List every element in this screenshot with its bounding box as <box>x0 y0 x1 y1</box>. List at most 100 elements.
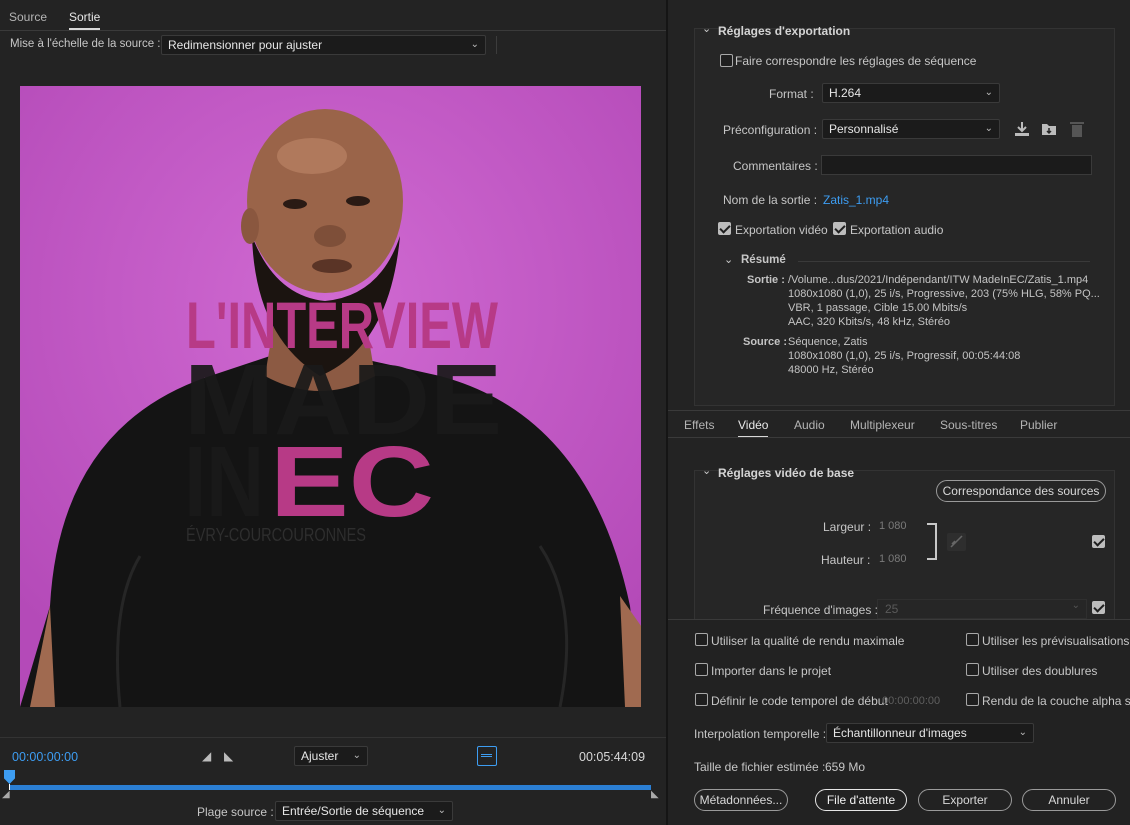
logo-line3-in: IN <box>184 426 264 538</box>
width-value[interactable]: 1 080 <box>879 520 907 532</box>
output-preview-panel: Source Sortie Mise à l'échelle de la sou… <box>0 0 666 825</box>
timecode-duration: 00:05:44:09 <box>579 750 646 764</box>
divider <box>668 410 1130 411</box>
tab-audio[interactable]: Audio <box>794 418 825 432</box>
divider <box>496 36 497 54</box>
panel-splitter[interactable] <box>666 0 668 825</box>
fps-value: 25 <box>885 602 899 616</box>
tab-multiplexer[interactable]: Multiplexeur <box>850 418 915 432</box>
range-dropdown[interactable]: Entrée/Sortie de séquence ⌄ <box>275 801 453 821</box>
mark-out-icon[interactable]: ◣ <box>224 749 233 763</box>
interp-dropdown[interactable]: Échantillonneur d'images ⌄ <box>826 723 1034 743</box>
chevron-down-icon: ⌄ <box>470 39 479 50</box>
preset-label: Préconfiguration : <box>723 123 818 137</box>
alpha-label: Rendu de la couche alpha seule <box>982 694 1130 708</box>
max-quality-label: Utiliser la qualité de rendu maximale <box>711 634 905 648</box>
summary-source-line: Séquence, Zatis <box>788 336 868 348</box>
fit-dropdown[interactable]: Ajuster ⌄ <box>294 746 368 766</box>
export-section-title: Réglages d'exportation <box>718 24 851 38</box>
export-settings-panel: ⌄ Réglages d'exportation Faire correspon… <box>668 0 1130 825</box>
tab-output[interactable]: Sortie <box>69 10 101 30</box>
out-point-icon[interactable]: ◣ <box>651 789 659 800</box>
start-timecode-value[interactable]: 00:00:00:00 <box>882 695 940 707</box>
import-project-label: Importer dans le projet <box>711 664 832 678</box>
scale-value: Redimensionner pour ajuster <box>168 38 323 52</box>
scale-dropdown[interactable]: Redimensionner pour ajuster ⌄ <box>161 35 486 55</box>
video-section-title: Réglages vidéo de base <box>718 466 855 480</box>
export-video-label: Exportation vidéo <box>735 223 828 237</box>
export-button[interactable]: Exporter <box>918 789 1012 811</box>
chevron-down-icon[interactable]: ⌄ <box>724 253 733 266</box>
fps-checkbox[interactable] <box>1092 601 1105 614</box>
summary-output-line: /Volume...dus/2021/Indépendant/ITW MadeI… <box>788 274 1089 286</box>
timeline-track[interactable] <box>9 785 651 790</box>
fps-dropdown[interactable]: 25 ⌄ <box>877 599 1087 619</box>
chevron-down-icon: ⌄ <box>437 805 446 816</box>
chevron-down-icon: ⌄ <box>1071 600 1080 611</box>
summary-output-line: 1080x1080 (1,0), 25 i/s, Progressive, 20… <box>788 288 1100 300</box>
save-preset-icon[interactable] <box>1013 120 1031 138</box>
link-bracket <box>927 523 937 560</box>
preview-image: L'INTERVIEW MADE IN EC ÉVRY-COURCOURONNE… <box>20 86 641 707</box>
summary-source-key: Source : <box>743 336 788 348</box>
playhead-handle[interactable] <box>4 770 15 784</box>
timecode-current[interactable]: 00:00:00:00 <box>12 750 78 764</box>
format-dropdown[interactable]: H.264 ⌄ <box>822 83 1000 103</box>
size-checkbox[interactable] <box>1092 535 1105 548</box>
output-name-link[interactable]: Zatis_1.mp4 <box>823 193 889 207</box>
import-project-checkbox[interactable] <box>695 663 708 676</box>
preset-dropdown[interactable]: Personnalisé ⌄ <box>822 119 1000 139</box>
comments-input[interactable] <box>821 155 1092 175</box>
export-audio-checkbox[interactable] <box>833 222 846 235</box>
interp-value: Échantillonneur d'images <box>833 726 967 740</box>
divider <box>0 30 666 31</box>
use-previews-checkbox[interactable] <box>966 633 979 646</box>
chevron-down-icon[interactable]: ⌄ <box>702 464 711 477</box>
chevron-down-icon[interactable]: ⌄ <box>702 22 711 35</box>
divider <box>668 437 1130 438</box>
max-quality-checkbox[interactable] <box>695 633 708 646</box>
chevron-down-icon: ⌄ <box>352 750 361 761</box>
match-sequence-label: Faire correspondre les réglages de séque… <box>735 54 977 68</box>
alpha-checkbox[interactable] <box>966 693 979 706</box>
match-sequence-checkbox[interactable] <box>720 54 733 67</box>
interp-label: Interpolation temporelle : <box>694 727 827 741</box>
aspect-correction-icon[interactable] <box>477 746 497 766</box>
metadata-button[interactable]: Métadonnées... <box>694 789 788 811</box>
use-proxies-checkbox[interactable] <box>966 663 979 676</box>
output-name-label: Nom de la sortie : <box>723 193 818 207</box>
height-value[interactable]: 1 080 <box>879 553 907 565</box>
range-value: Entrée/Sortie de séquence <box>282 804 425 818</box>
cancel-button[interactable]: Annuler <box>1022 789 1116 811</box>
fit-value: Ajuster <box>301 749 339 763</box>
tab-source[interactable]: Source <box>9 10 47 24</box>
file-size-label: Taille de fichier estimée : <box>694 760 826 774</box>
set-timecode-checkbox[interactable] <box>695 693 708 706</box>
divider <box>798 261 1090 262</box>
match-source-button[interactable]: Correspondance des sources <box>936 480 1106 502</box>
queue-button[interactable]: File d'attente <box>815 789 907 811</box>
use-proxies-label: Utiliser des doublures <box>982 664 1098 678</box>
delete-preset-icon[interactable] <box>1069 120 1085 138</box>
use-previews-label: Utiliser les prévisualisations <box>982 634 1130 648</box>
chevron-down-icon: ⌄ <box>1018 727 1027 738</box>
mark-in-icon[interactable]: ◢ <box>202 749 211 763</box>
set-timecode-label: Définir le code temporel de début <box>711 694 888 708</box>
tab-video[interactable]: Vidéo <box>738 418 769 438</box>
export-video-checkbox[interactable] <box>718 222 731 235</box>
logo-line3-ec: EC <box>270 426 434 538</box>
tab-publish[interactable]: Publier <box>1020 418 1057 432</box>
tab-captions[interactable]: Sous-titres <box>940 418 997 432</box>
import-preset-icon[interactable] <box>1040 120 1058 138</box>
width-label: Largeur : <box>823 520 872 534</box>
height-label: Hauteur : <box>821 553 871 567</box>
preview-frame: L'INTERVIEW MADE IN EC ÉVRY-COURCOURONNE… <box>20 86 641 707</box>
in-point-icon[interactable]: ◢ <box>2 789 10 800</box>
summary-output-line: VBR, 1 passage, Cible 15.00 Mbits/s <box>788 302 968 314</box>
scale-label: Mise à l'échelle de la source : <box>10 38 161 50</box>
tab-effects[interactable]: Effets <box>684 418 714 432</box>
chevron-down-icon: ⌄ <box>984 123 993 134</box>
summary-output-line: AAC, 320 Kbits/s, 48 kHz, Stéréo <box>788 316 951 328</box>
logo-line4: ÉVRY-COURCOURONNES <box>186 525 366 545</box>
unlink-icon[interactable] <box>947 533 966 551</box>
